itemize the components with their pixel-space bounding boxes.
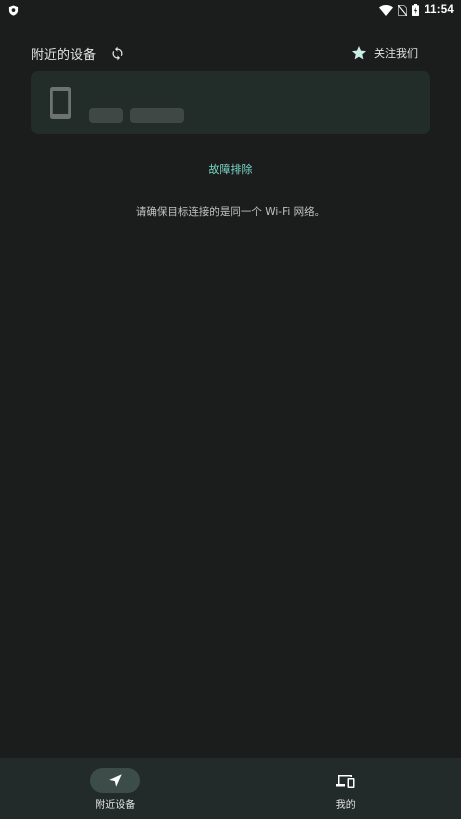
nav-item-nearby-devices[interactable]: 附近设备 [0,758,231,819]
no-sim-icon [398,4,408,16]
wifi-hint-text: 请确保目标连接的是同一个 Wi-Fi 网络。 [135,206,326,218]
bottom-navigation: 附近设备 我的 [0,758,461,819]
battery-charging-icon [412,4,420,16]
nav-icon-container [321,768,371,793]
follow-us-button[interactable]: 关注我们 [351,45,418,61]
nav-item-mine[interactable]: 我的 [231,758,461,819]
device-name-placeholder [89,108,123,123]
device-info-placeholder [130,108,184,123]
nav-active-indicator [90,768,141,793]
status-bar: 11:54 [0,0,461,20]
nav-label-mine: 我的 [335,800,356,811]
device-card[interactable] [31,71,430,134]
status-time: 11:54 [424,4,454,16]
shield-icon [8,4,19,16]
refresh-icon[interactable] [110,46,125,61]
nav-label-nearby-devices: 附近设备 [95,800,136,811]
troubleshoot-link[interactable]: 故障排除 [0,161,461,177]
devices-icon [336,774,355,788]
nearby-devices-header: 附近的设备 关注我们 [31,40,430,66]
follow-us-label: 关注我们 [374,47,418,60]
star-icon [351,45,367,61]
phone-icon [50,87,71,123]
send-icon [108,773,123,788]
section-title: 附近的设备 [31,47,97,63]
wifi-icon [379,4,394,16]
